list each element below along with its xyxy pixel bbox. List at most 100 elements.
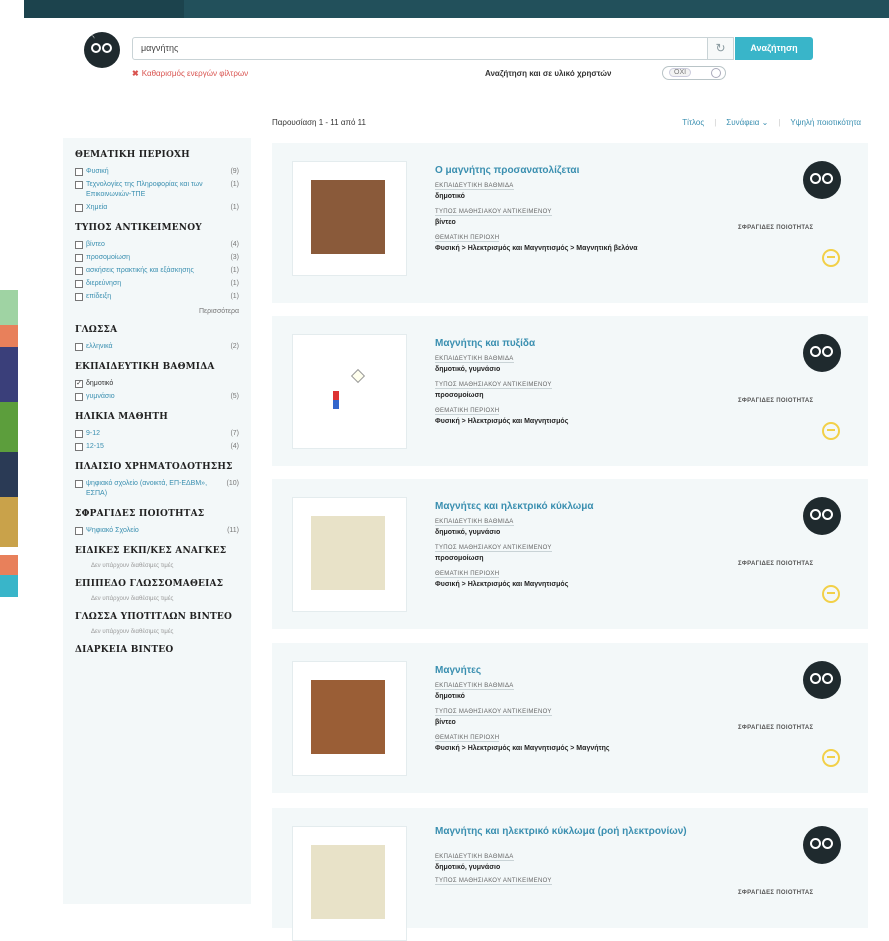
clear-filters-link[interactable]: ✖ Καθαρισμός ενεργών φίλτρων — [132, 69, 248, 78]
facet-option[interactable]: ψηφιακό σχολείο (ανοικτά, ΕΠ-ΕΔΒΜ», ΕΣΠΑ… — [75, 479, 239, 499]
facet-option-count: (3) — [230, 254, 239, 261]
facet-group: ΘΕΜΑΤΙΚΗ ΠΕΡΙΟΧΗ Φυσική (9) Τεχνολογίες της… — [75, 150, 239, 213]
checkbox[interactable] — [75, 293, 83, 301]
facet-option[interactable]: Τεχνολογίες της Πληροφορίας και των Επικ… — [75, 180, 239, 200]
facet-option[interactable]: επίδειξη (1) — [75, 292, 239, 302]
result-thumbnail[interactable] — [292, 334, 407, 449]
facet-option-count: (10) — [226, 480, 239, 487]
facet-option[interactable]: βίντεο (4) — [75, 240, 239, 250]
photodentro-badge-icon — [803, 161, 841, 199]
results-count: Παρουσίαση 1 - 11 από 11 — [272, 118, 366, 127]
facet-title: ΗΛΙΚΙΑ ΜΑΘΗΤΗ — [75, 412, 168, 422]
facet-option-text: 9-12 — [86, 430, 101, 437]
facet-option-text: διερεύνηση — [86, 280, 122, 287]
facet-option-text: Φυσική — [86, 168, 109, 175]
checkbox[interactable] — [75, 241, 83, 249]
facet-option-count: (4) — [230, 443, 239, 450]
facet-option[interactable]: γυμνάσιο (5) — [75, 392, 239, 402]
thumbnail-image — [311, 680, 385, 754]
facet-option[interactable]: διερεύνηση (1) — [75, 279, 239, 289]
checkbox[interactable] — [75, 393, 83, 401]
checkbox[interactable]: ✓ — [75, 380, 83, 388]
checkbox[interactable] — [75, 204, 83, 212]
facet-option[interactable]: προσομοίωση (3) — [75, 253, 239, 263]
facet-more-link[interactable]: Περισσότερα — [75, 308, 239, 315]
sort-separator: | — [714, 118, 717, 127]
checkbox[interactable] — [75, 430, 83, 438]
result-thumbnail[interactable] — [292, 497, 407, 612]
type-value: βίντεο — [435, 219, 456, 226]
result-card: Μαγνήτες ΕΚΠΑΙΔΕΥΤΙΚΗ ΒΑΘΜΙΔΑ δημοτικό ΤΥΠΟ… — [272, 643, 868, 793]
photodentro-logo[interactable]: ◜◝ — [84, 32, 120, 68]
quality-seal-icon[interactable] — [822, 749, 840, 767]
facet-group: ΣΦΡΑΓΙΔΕΣ ΠΟΙΟΤΗΤΑΣ Ψηφιακό Σχολείο (11) — [75, 509, 239, 536]
search-input[interactable]: μαγνήτης — [132, 37, 708, 60]
facet-option-text: Τεχνολογίες της Πληροφορίας και των Επικ… — [86, 181, 203, 198]
facet-option-text: Ψηφιακό Σχολείο — [86, 527, 139, 534]
sort-title-link[interactable]: Τίτλος — [682, 118, 704, 127]
facet-option[interactable]: Φυσική (9) — [75, 167, 239, 177]
photodentro-badge-icon — [803, 497, 841, 535]
card-title[interactable]: Μαγνήτης και ηλεκτρικό κύκλωμα (ροή ηλεκ… — [435, 826, 695, 837]
card-title[interactable]: Μαγνήτες και ηλεκτρικό κύκλωμα — [435, 501, 695, 512]
facet-option[interactable]: ✓ δημοτικό — [75, 379, 239, 389]
facet-title: ΓΛΩΣΣΑ — [75, 325, 118, 335]
facet-option[interactable]: ασκήσεις πρακτικής και εξάσκησης (1) — [75, 266, 239, 276]
result-thumbnail[interactable] — [292, 661, 407, 776]
facet-group: ΕΙΔΙΚΕΣ ΕΚΠ/ΚΕΣ ΑΝΑΓΚΕΣ Δεν υπάρχουν διαθ… — [75, 546, 239, 569]
side-strip-image — [0, 347, 18, 402]
checkbox[interactable] — [75, 168, 83, 176]
facet-option-label: Ψηφιακό Σχολείο — [75, 526, 139, 536]
checkbox[interactable] — [75, 181, 83, 189]
facet-option-count: (1) — [230, 181, 239, 188]
type-value: βίντεο — [435, 719, 456, 726]
facet-option[interactable]: Χημεία (1) — [75, 203, 239, 213]
checkbox[interactable] — [75, 267, 83, 275]
facet-option-count: (11) — [227, 527, 239, 534]
quality-seal-icon[interactable] — [822, 585, 840, 603]
card-title[interactable]: Μαγνήτες — [435, 665, 695, 676]
toggle-state: ΟΧΙ — [669, 68, 692, 77]
checkbox[interactable] — [75, 254, 83, 262]
facet-title: ΕΠΙΠΕΔΟ ΓΛΩΣΣΟΜΑΘΕΙΑΣ — [75, 579, 224, 589]
sort-relevance-link[interactable]: Συνάφεια ⌄ — [726, 118, 768, 127]
facet-option[interactable]: 12-15 (4) — [75, 442, 239, 452]
checkbox[interactable] — [75, 343, 83, 351]
quality-seal-icon[interactable] — [822, 249, 840, 267]
search-button[interactable]: Αναζήτηση — [735, 37, 813, 60]
checkbox[interactable] — [75, 480, 83, 488]
side-strip-image3 — [0, 452, 18, 497]
card-title[interactable]: Μαγνήτης και πυξίδα — [435, 338, 695, 349]
result-card: Μαγνήτης και ηλεκτρικό κύκλωμα (ροή ηλεκ… — [272, 808, 868, 941]
checkbox[interactable] — [75, 280, 83, 288]
facet-group: ΤΥΠΟΣ ΑΝΤΙΚΕΙΜΕΝΟΥ βίντεο (4) προσομοίωση (3… — [75, 223, 239, 315]
facet-option-label: 12-15 — [75, 442, 104, 452]
facet-empty-note: Δεν υπάρχουν διαθέσιμες τιμές — [91, 563, 174, 569]
result-thumbnail[interactable] — [292, 161, 407, 276]
card-title[interactable]: Ο μαγνήτης προσανατολίζεται — [435, 165, 695, 176]
facet-option-label: ✓ δημοτικό — [75, 379, 113, 389]
quality-seal-icon[interactable] — [822, 422, 840, 440]
facet-option-text: δημοτικό — [86, 380, 114, 387]
facet-option[interactable]: Ψηφιακό Σχολείο (11) — [75, 526, 239, 536]
sort-quality-link[interactable]: Υψηλή ποιοτικότητα — [790, 118, 861, 127]
facet-option[interactable]: ελληνικά (2) — [75, 342, 239, 352]
facet-option-text: προσομοίωση — [86, 254, 131, 261]
result-thumbnail[interactable] — [292, 826, 407, 941]
level-label: ΕΚΠΑΙΔΕΥΤΙΚΗ ΒΑΘΜΙΔΑ — [435, 854, 514, 861]
quality-seals-label: ΣΦΡΑΓΙΔΕΣ ΠΟΙΟΤΗΤΑΣ — [738, 890, 814, 896]
type-label: ΤΥΠΟΣ ΜΑΘΗΣΙΑΚΟΥ ΑΝΤΙΚΕΙΜΕΝΟΥ — [435, 545, 552, 552]
checkbox[interactable] — [75, 527, 83, 535]
logo-lens-icon — [102, 43, 112, 53]
user-material-toggle[interactable]: ΟΧΙ — [662, 66, 726, 80]
facet-group: ΗΛΙΚΙΑ ΜΑΘΗΤΗ 9-12 (7) 12-15 (4) — [75, 412, 239, 452]
clear-filters-label: Καθαρισμός ενεργών φίλτρων — [141, 69, 249, 78]
facet-option[interactable]: 9-12 (7) — [75, 429, 239, 439]
checkbox[interactable] — [75, 443, 83, 451]
refresh-icon[interactable]: ↻ — [708, 37, 734, 60]
thumbnail-image — [311, 516, 385, 590]
facet-option-count: (1) — [230, 293, 239, 300]
user-material-toggle-label: Αναζήτηση και σε υλικό χρηστών — [485, 69, 612, 78]
sort-bar: Τίτλος | Συνάφεια ⌄ | Υψηλή ποιοτικότητα — [682, 118, 861, 127]
facet-title: ΣΦΡΑΓΙΔΕΣ ΠΟΙΟΤΗΤΑΣ — [75, 509, 205, 519]
